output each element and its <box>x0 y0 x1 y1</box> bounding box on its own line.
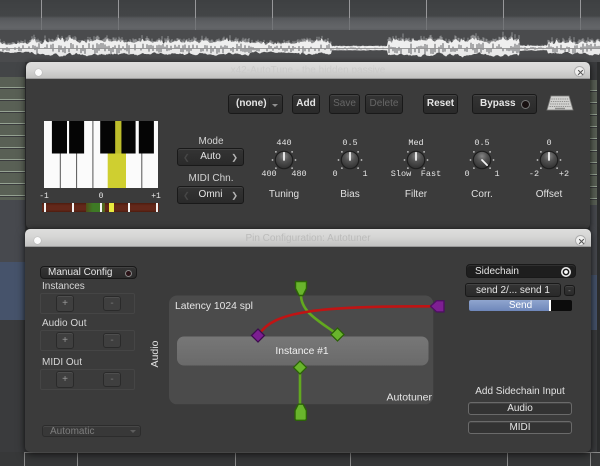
svg-text:Latency 1024 spl: Latency 1024 spl <box>175 301 253 312</box>
svg-text:Instance #1: Instance #1 <box>275 346 329 357</box>
svg-text:Autotuner: Autotuner <box>386 392 432 404</box>
